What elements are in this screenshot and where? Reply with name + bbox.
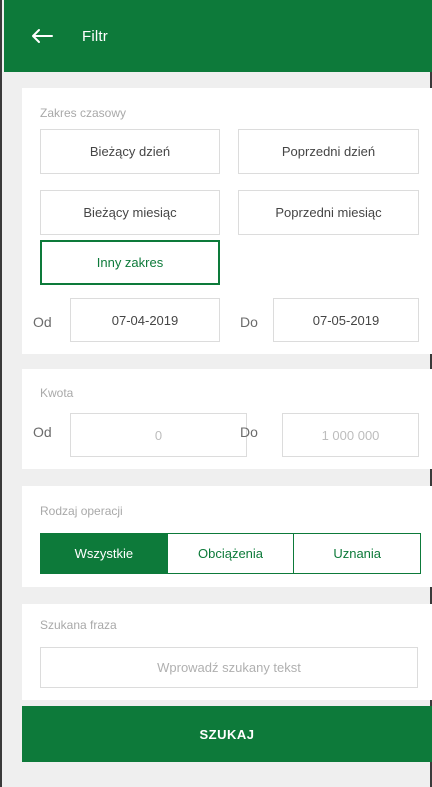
search-phrase-card: Szukana fraza xyxy=(22,604,432,700)
custom-range-button[interactable]: Inny zakres xyxy=(40,240,220,285)
back-button[interactable] xyxy=(20,14,64,58)
app-bar: Filtr xyxy=(4,0,432,72)
date-range-card: Zakres czasowy Bieżący dzień Poprzedni d… xyxy=(22,88,432,354)
search-phrase-label: Szukana fraza xyxy=(40,618,117,632)
date-range-label: Zakres czasowy xyxy=(40,106,127,120)
amount-to-label: Do xyxy=(240,424,258,440)
date-to-field[interactable]: 07-05-2019 xyxy=(273,298,419,342)
amount-from-label: Od xyxy=(33,424,52,440)
app-frame: Filtr Zakres czasowy Bieżący dzień Poprz… xyxy=(0,0,432,787)
search-input[interactable] xyxy=(40,647,418,688)
previous-month-button[interactable]: Poprzedni miesiąc xyxy=(238,190,419,235)
date-from-label: Od xyxy=(33,314,52,330)
current-month-button[interactable]: Bieżący miesiąc xyxy=(40,190,220,235)
date-from-field[interactable]: 07-04-2019 xyxy=(70,298,220,342)
amount-to-field[interactable]: 1 000 000 xyxy=(282,413,419,457)
operation-debits-option[interactable]: Obciążenia xyxy=(166,534,294,573)
current-day-button[interactable]: Bieżący dzień xyxy=(40,129,220,174)
amount-label: Kwota xyxy=(40,386,74,400)
date-to-label: Do xyxy=(240,314,258,330)
operation-type-card: Rodzaj operacji Wszystkie Obciążenia Uzn… xyxy=(22,486,432,587)
operation-all-option[interactable]: Wszystkie xyxy=(41,534,167,573)
operation-type-label: Rodzaj operacji xyxy=(40,504,123,518)
previous-day-button[interactable]: Poprzedni dzień xyxy=(238,129,419,174)
search-button[interactable]: SZUKAJ xyxy=(22,706,432,762)
page-title: Filtr xyxy=(82,27,108,45)
operation-type-segmented-control: Wszystkie Obciążenia Uznania xyxy=(40,533,421,574)
amount-from-field[interactable]: 0 xyxy=(70,413,247,457)
arrow-left-icon xyxy=(32,29,53,43)
operation-credits-option[interactable]: Uznania xyxy=(293,534,420,573)
amount-card: Kwota Od 0 Do 1 000 000 xyxy=(22,369,432,469)
